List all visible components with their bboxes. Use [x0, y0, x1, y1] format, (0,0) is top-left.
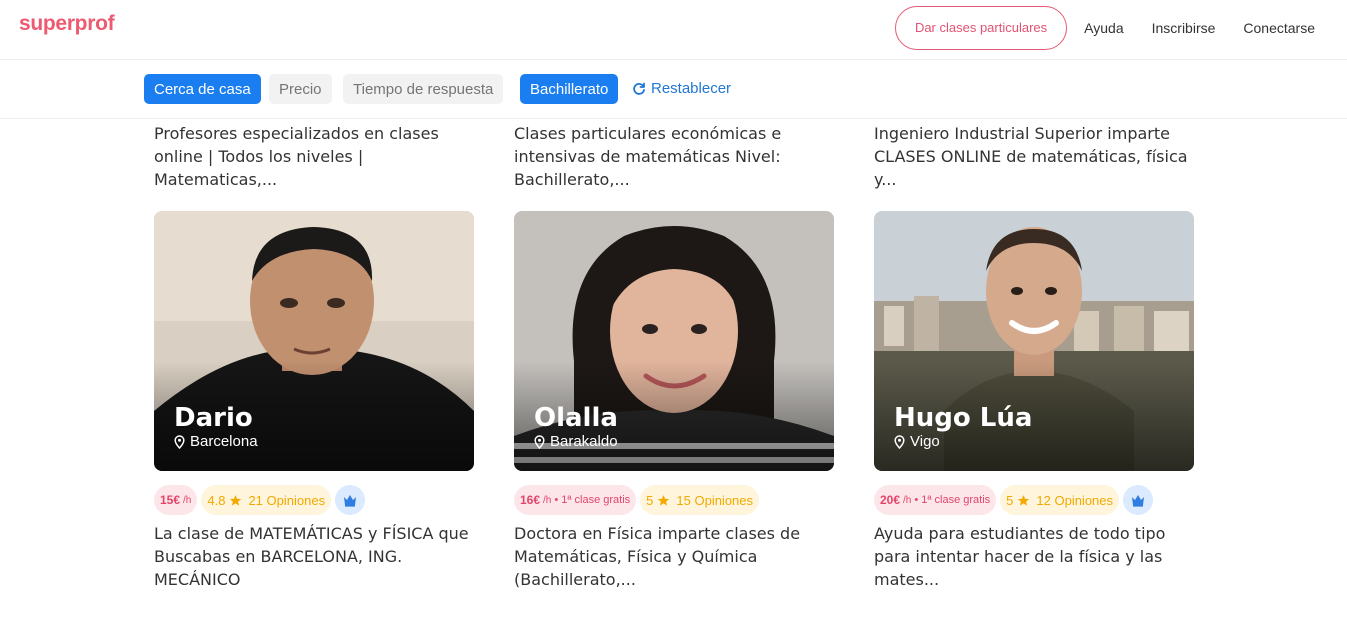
tutor-city: Barcelona — [190, 433, 258, 450]
rating-badge: 4.8 21 Opiniones — [201, 485, 332, 515]
free-class-label: • 1ª clase gratis — [914, 494, 991, 506]
prev-card-description-3[interactable]: Ingeniero Industrial Superior imparte CL… — [874, 122, 1194, 191]
star-icon — [230, 494, 242, 506]
help-link[interactable]: Ayuda — [1084, 20, 1123, 36]
tutor-description[interactable]: La clase de MATEMÁTICAS y FÍSICA que Bus… — [154, 522, 474, 591]
star-icon — [1018, 494, 1030, 506]
tutor-city: Vigo — [910, 433, 940, 450]
tutor-photo[interactable]: Hugo Lúa Vigo — [874, 211, 1194, 471]
tutor-description[interactable]: Ayuda para estudiantes de todo tipo para… — [874, 522, 1194, 591]
tutor-photo[interactable]: Olalla Barakaldo — [514, 211, 834, 471]
filter-level[interactable]: Bachillerato — [520, 74, 619, 104]
reset-label: Restablecer — [651, 80, 732, 97]
login-link[interactable]: Conectarse — [1243, 20, 1315, 36]
price-value: 16€ — [520, 493, 541, 507]
ambassador-badge — [335, 485, 366, 515]
tutor-description[interactable]: Doctora en Física imparte clases de Mate… — [514, 522, 834, 591]
reviews-count: 12 Opiniones — [1036, 492, 1114, 508]
badges-row: 15€ /h 4.8 21 Opiniones — [154, 485, 366, 515]
crown-icon — [344, 494, 357, 507]
badges-row: 20€ /h • 1ª clase gratis 5 12 Opiniones — [874, 485, 1154, 515]
prev-card-description-1[interactable]: Profesores especializados en clases onli… — [154, 122, 474, 191]
price-unit: /h — [183, 494, 192, 506]
tutor-photo[interactable]: Dario Barcelona — [154, 211, 474, 471]
tutor-card-hugo-lua[interactable]: Hugo Lúa Vigo 20€ /h • 1ª clase gratis 5… — [874, 211, 1194, 589]
signup-link[interactable]: Inscribirse — [1152, 20, 1216, 36]
price-badge: 16€ /h • 1ª clase gratis — [514, 485, 637, 515]
rating-badge: 5 15 Opiniones — [640, 485, 760, 515]
filter-near-home[interactable]: Cerca de casa — [144, 74, 261, 104]
free-class-label: • 1ª clase gratis — [554, 494, 631, 506]
price-value: 20€ — [880, 493, 901, 507]
prev-card-description-2[interactable]: Clases particulares económicas e intensi… — [514, 122, 834, 191]
rating-value: 5 — [646, 492, 654, 508]
tutor-name: Dario — [174, 403, 253, 433]
price-unit: /h — [543, 494, 552, 506]
rating-badge: 5 12 Opiniones — [1000, 485, 1120, 515]
reset-filters-button[interactable]: Restablecer — [632, 80, 731, 97]
superprof-logo[interactable]: superprof — [19, 12, 115, 36]
tutor-name: Hugo Lúa — [894, 403, 1033, 433]
filter-bar: Cerca de casa Precio Tiempo de respuesta… — [0, 60, 1347, 119]
price-badge: 15€ /h — [154, 485, 198, 515]
tutor-card-olalla[interactable]: Olalla Barakaldo 16€ /h • 1ª clase grati… — [514, 211, 834, 589]
tutor-city: Barakaldo — [550, 433, 618, 450]
filter-response-time[interactable]: Tiempo de respuesta — [343, 74, 504, 104]
price-unit: /h — [903, 494, 912, 506]
price-badge: 20€ /h • 1ª clase gratis — [874, 485, 997, 515]
location-pin-icon — [894, 434, 905, 449]
crown-icon — [1132, 494, 1145, 507]
top-nav: Dar clases particulares Ayuda Inscribirs… — [894, 5, 1315, 50]
location-pin-icon — [534, 434, 545, 449]
badges-row: 16€ /h • 1ª clase gratis 5 15 Opiniones — [514, 485, 763, 515]
filter-price[interactable]: Precio — [269, 74, 332, 104]
price-value: 15€ — [160, 493, 181, 507]
reviews-count: 21 Opiniones — [248, 492, 326, 508]
tutor-name: Olalla — [534, 403, 618, 433]
give-classes-button[interactable]: Dar clases particulares — [894, 5, 1068, 50]
refresh-icon — [633, 82, 645, 95]
tutor-card-dario[interactable]: Dario Barcelona 15€ /h 4.8 21 Opiniones … — [154, 211, 474, 589]
rating-value: 5 — [1006, 492, 1014, 508]
star-icon — [658, 494, 670, 506]
location-pin-icon — [174, 434, 185, 449]
ambassador-badge — [1123, 485, 1154, 515]
top-header: superprof Dar clases particulares Ayuda … — [0, 0, 1347, 60]
reviews-count: 15 Opiniones — [676, 492, 754, 508]
rating-value: 4.8 — [207, 492, 226, 508]
